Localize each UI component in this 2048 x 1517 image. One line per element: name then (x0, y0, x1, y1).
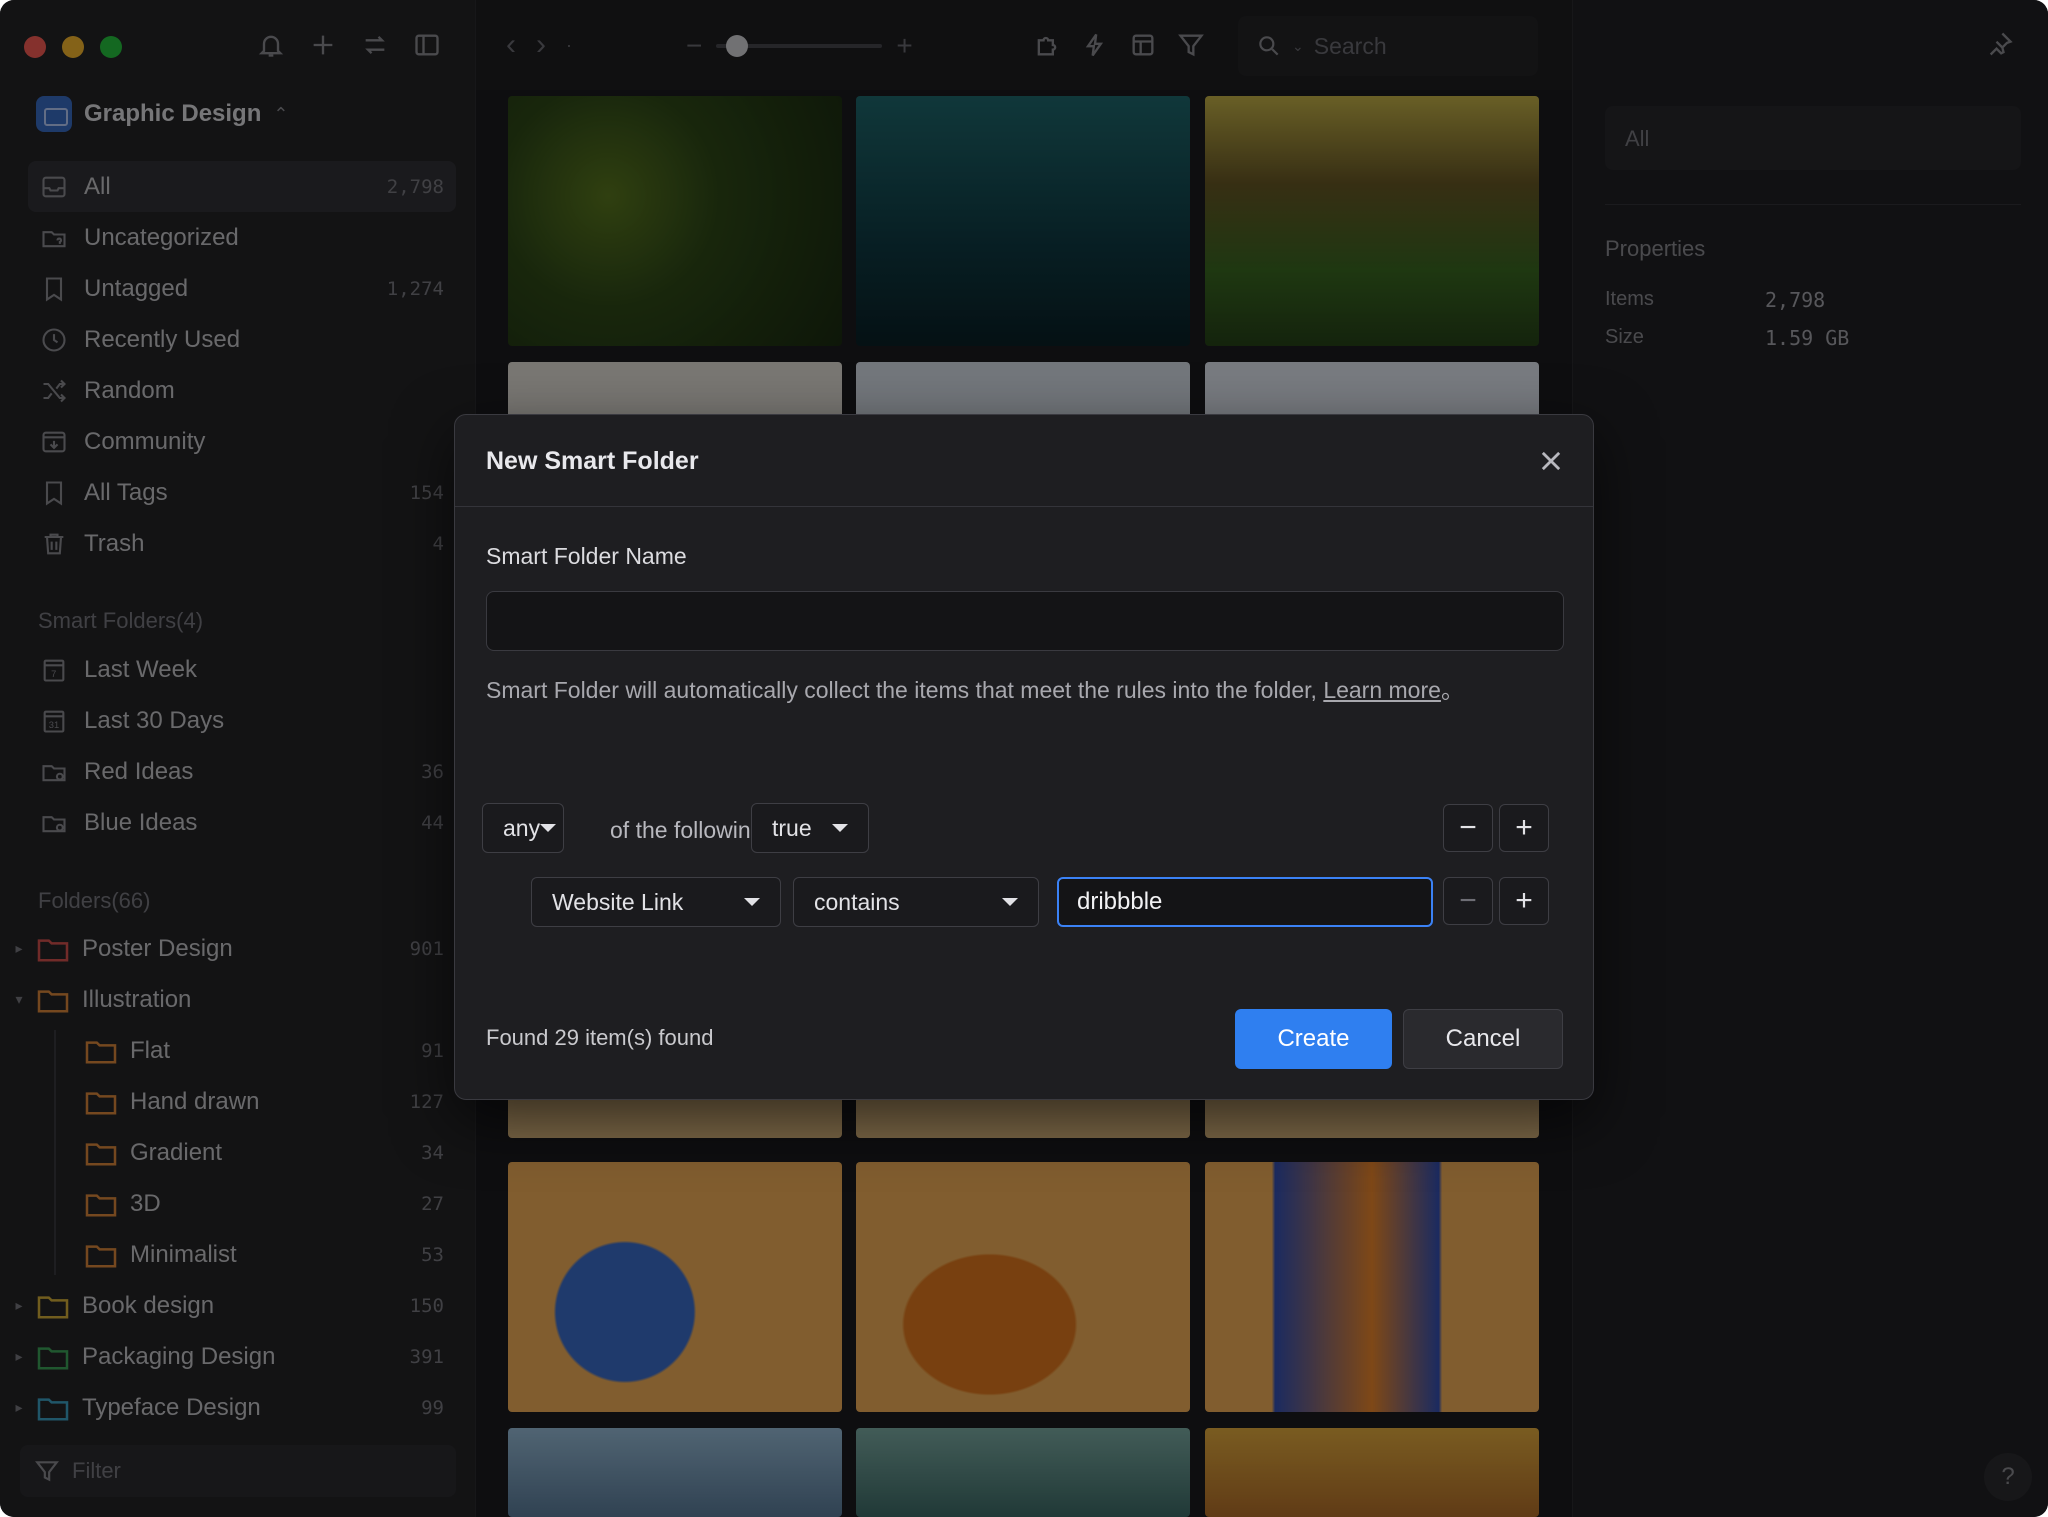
description-text: Smart Folder will automatically collect … (486, 677, 1324, 703)
dropdown-arrow-icon (540, 824, 557, 832)
select-value: contains (814, 888, 900, 915)
rule-field-select[interactable]: Website Link (531, 877, 781, 927)
match-mode-select[interactable]: any (482, 803, 564, 853)
smart-folder-name-input[interactable] (486, 591, 1564, 651)
add-rule-button[interactable]: + (1499, 877, 1549, 925)
dropdown-arrow-icon (1002, 898, 1018, 906)
select-value: Website Link (552, 888, 684, 915)
dialog-header: New Smart Folder (455, 415, 1593, 507)
description-suffix: 。 (1440, 677, 1464, 703)
rule-value-input[interactable] (1057, 877, 1433, 927)
dialog-description: Smart Folder will automatically collect … (486, 673, 1564, 707)
rule-operator-select[interactable]: contains (793, 877, 1039, 927)
match-bool-select[interactable]: true (751, 803, 869, 853)
remove-rule-button[interactable]: − (1443, 877, 1493, 925)
create-button[interactable]: Create (1235, 1009, 1392, 1069)
close-icon[interactable] (1537, 447, 1565, 475)
app-window: Graphic Design ⌃ All 2,798 Uncategorized… (0, 0, 2048, 1517)
name-label: Smart Folder Name (486, 543, 687, 569)
select-value: true (772, 814, 812, 841)
new-smart-folder-dialog: New Smart Folder Smart Folder Name Smart… (454, 414, 1594, 1100)
remove-group-button[interactable]: − (1443, 804, 1493, 852)
dropdown-arrow-icon (832, 824, 848, 832)
learn-more-link[interactable]: Learn more (1323, 677, 1441, 703)
dialog-title: New Smart Folder (486, 447, 699, 475)
cancel-button[interactable]: Cancel (1403, 1009, 1563, 1069)
dropdown-arrow-icon (744, 898, 760, 906)
found-count: Found 29 item(s) found (486, 1025, 714, 1050)
add-group-button[interactable]: + (1499, 804, 1549, 852)
select-value: any (503, 814, 541, 841)
